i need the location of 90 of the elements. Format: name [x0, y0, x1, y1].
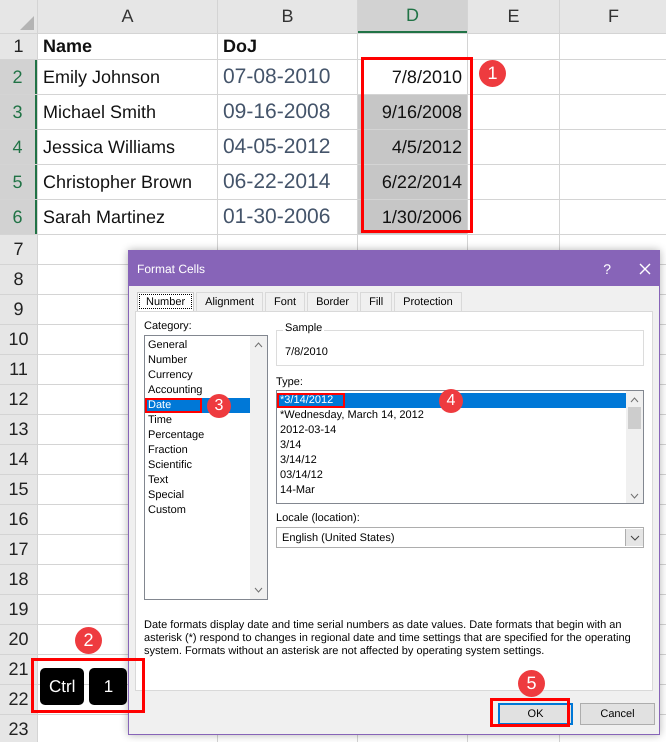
ok-button[interactable]: OK	[498, 703, 573, 725]
row-header[interactable]: 14	[0, 445, 37, 474]
keycap: Ctrl	[40, 668, 84, 705]
column-header[interactable]: F	[560, 0, 666, 33]
chevron-down-icon[interactable]	[630, 534, 640, 540]
sample-label: Sample	[283, 322, 324, 334]
list-item[interactable]: 3/14/12	[277, 453, 320, 468]
list-item[interactable]: Text	[145, 473, 172, 488]
table-cell: DoJ	[218, 34, 357, 59]
row-header[interactable]: 22	[0, 685, 37, 714]
list-item[interactable]: Number	[145, 353, 190, 368]
row-header[interactable]: 18	[0, 565, 37, 594]
row-header[interactable]: 15	[0, 475, 37, 504]
row-header[interactable]: 10	[0, 325, 37, 354]
list-item[interactable]: *Wednesday, March 14, 2012	[277, 408, 427, 423]
row-header[interactable]: 1	[0, 34, 37, 59]
table-cell: Michael Smith	[38, 95, 217, 129]
scroll-up-icon[interactable]	[254, 342, 263, 348]
step-badge: 4	[439, 388, 463, 412]
table-cell: Emily Johnson	[38, 60, 217, 94]
table-cell: Christopher Brown	[38, 165, 217, 199]
table-cell: 06-22-2014	[218, 165, 357, 199]
list-item[interactable]: 3/14	[277, 438, 304, 453]
table-cell: 7/8/2010	[358, 60, 467, 94]
sample-value: 7/8/2010	[285, 346, 328, 358]
row-header[interactable]: 16	[0, 505, 37, 534]
table-cell: Sarah Martinez	[38, 200, 217, 234]
category-label: Category:	[144, 320, 192, 332]
row-header[interactable]: 12	[0, 385, 37, 414]
list-item[interactable]: Scientific	[145, 458, 196, 473]
tab[interactable]: Number	[137, 292, 194, 311]
list-item[interactable]: General	[145, 338, 190, 353]
table-cell: 9/16/2008	[358, 95, 467, 129]
row-header[interactable]: 8	[0, 265, 37, 294]
list-item[interactable]: Custom	[145, 503, 189, 518]
locale-label: Locale (location):	[276, 512, 360, 524]
close-icon[interactable]	[639, 262, 651, 274]
locale-dropdown[interactable]: English (United States)	[276, 527, 644, 548]
list-item[interactable]: Special	[145, 488, 188, 503]
list-item[interactable]: Accounting	[145, 383, 206, 398]
tab[interactable]: Alignment	[196, 292, 264, 311]
list-item[interactable]: Time	[145, 413, 176, 428]
tab[interactable]: Border	[307, 292, 358, 311]
window-title: Format Cells	[137, 262, 206, 276]
table-cell: 6/22/2014	[358, 165, 467, 199]
column-header[interactable]: E	[468, 0, 559, 33]
row-header[interactable]: 9	[0, 295, 37, 324]
table-cell: Jessica Williams	[38, 130, 217, 164]
list-item[interactable]: 2012-03-14	[277, 423, 340, 438]
scroll-up-icon[interactable]	[630, 397, 639, 403]
scroll-thumb[interactable]	[628, 407, 641, 429]
highlight-frame	[145, 398, 202, 413]
table-cell: 07-08-2010	[218, 60, 357, 94]
scroll-down-icon[interactable]	[254, 587, 263, 593]
step-badge: 3	[207, 394, 231, 418]
table-cell: 4/5/2012	[358, 130, 467, 164]
list-item[interactable]: 03/14/12	[277, 468, 326, 483]
highlight-frame	[277, 393, 345, 408]
list-item[interactable]: Percentage	[145, 428, 208, 443]
corner-cell[interactable]	[0, 0, 37, 33]
table-cell: 09-16-2008	[218, 95, 357, 129]
row-header[interactable]: 23	[0, 715, 37, 742]
type-list[interactable]: *3/14/2012 4 *Wednesday, March 14, 2012 2012-03-14 3/14 3/14/12 03/14/12 14-Mar	[276, 390, 644, 504]
tab[interactable]: Font	[265, 292, 306, 311]
column-header[interactable]: B	[218, 0, 357, 33]
row-header[interactable]: 21	[0, 655, 37, 684]
scrollbar[interactable]	[250, 336, 267, 599]
list-item[interactable]: 14-Mar	[277, 483, 318, 498]
tab[interactable]: Fill	[360, 292, 392, 311]
category-list[interactable]: General Number Currency Accounting Date 3 Time Percentage Fraction Scientific Text Special Custom	[144, 335, 268, 600]
table-cell: Name	[38, 34, 217, 59]
list-item[interactable]: Currency	[145, 368, 196, 383]
row-header[interactable]: 13	[0, 415, 37, 444]
row-header[interactable]: 19	[0, 595, 37, 624]
type-label: Type:	[276, 376, 303, 388]
scrollbar[interactable]	[626, 391, 643, 503]
table-cell: 04-05-2012	[218, 130, 357, 164]
row-header[interactable]: 20	[0, 625, 37, 654]
cancel-button[interactable]: Cancel	[580, 703, 655, 725]
row-header[interactable]: 11	[0, 355, 37, 384]
tab[interactable]: Protection	[394, 292, 462, 311]
list-item[interactable]: Fraction	[145, 443, 191, 458]
description-text: Date formats display date and time serial numbers as date values. Date formats that begin with an asterisk (*) respond to changes in regional date and time settings that are specified for the operating system. Formats without an asterisk are not affected by operating system settings.	[144, 619, 632, 659]
column-header[interactable]: A	[38, 0, 217, 33]
table-cell: 01-30-2006	[218, 200, 357, 234]
row-header[interactable]: 7	[0, 235, 37, 264]
keycap: 1	[89, 668, 128, 705]
row-header[interactable]: 17	[0, 535, 37, 564]
scroll-down-icon[interactable]	[630, 493, 639, 499]
help-button[interactable]: ?	[603, 260, 611, 276]
